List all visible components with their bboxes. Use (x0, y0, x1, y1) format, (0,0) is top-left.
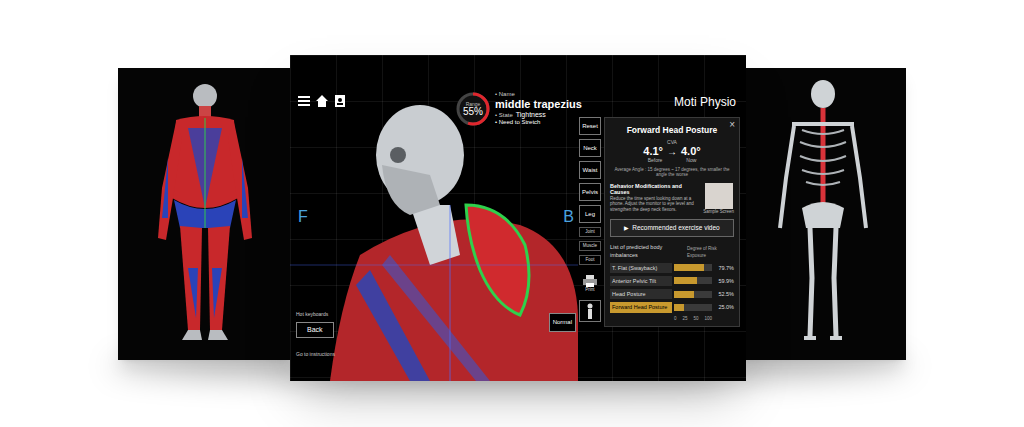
skeleton-figure (740, 68, 906, 360)
front-body-figure (118, 68, 292, 360)
footer: Hot keyboards Back Go to instructions (296, 311, 335, 359)
risk-track (674, 277, 712, 284)
risk-bar (674, 304, 684, 311)
before-label: Before (648, 157, 663, 165)
state-value: Tightness (516, 111, 546, 119)
risk-bar (674, 264, 704, 271)
home-icon[interactable] (316, 95, 328, 107)
muscle-info: • Namemiddle trapezius• StateTightness• … (495, 91, 582, 125)
now-label: Now (686, 157, 696, 165)
popup-title: Forward Head Posture (627, 124, 718, 137)
range-gauge: Range55% (455, 91, 491, 127)
front-body-panel (118, 68, 292, 360)
instructions-link[interactable]: Go to instructions (296, 351, 335, 359)
axis-tick: 25 (682, 316, 687, 323)
angle-values: CVA 4.1° → 4.0° Before Now (605, 139, 739, 165)
risk-reading: 59.9% (714, 277, 734, 285)
risk-track (674, 304, 712, 311)
gauge-fill (458, 94, 488, 124)
print-button[interactable]: Print (583, 275, 597, 294)
posture-button[interactable] (579, 300, 601, 322)
axis-tick: 0 (674, 316, 677, 323)
before-value: 4.1° (643, 146, 663, 157)
normal-button[interactable]: Normal (549, 313, 576, 332)
menu-icon[interactable] (298, 95, 310, 107)
front-label: F (298, 205, 308, 229)
sample-label: Sample Screen (703, 209, 734, 216)
now-value: 4.0° (681, 146, 701, 157)
app-window: Range55%• Namemiddle trapezius• StateTig… (290, 55, 746, 381)
region-button[interactable]: Reset (579, 117, 601, 135)
sample-photo (705, 183, 733, 209)
state-label: • State (495, 112, 513, 119)
angle-row: 4.1° → 4.0° (643, 146, 700, 157)
anatomy-view[interactable]: Range55%• Namemiddle trapezius• StateTig… (290, 55, 578, 381)
axis-tick: 100 (704, 316, 712, 323)
muscle-name: middle trapezius (495, 98, 582, 111)
advice: • Need to Stretch (495, 119, 582, 126)
region-button[interactable]: Joint (579, 227, 601, 237)
risk-track (674, 264, 712, 271)
right-column: Moti Physio Forward Head Posture × CVA 4.1° →… (602, 55, 746, 381)
imbalance-label: T. Flat (Swayback) (610, 263, 672, 273)
risk-bar (674, 277, 697, 284)
region-button[interactable]: Pelvis (579, 183, 601, 201)
imbalance-row[interactable]: T. Flat (Swayback) 79.7% (610, 263, 734, 273)
value-title: Degree of Risk Exposure (687, 246, 734, 260)
popup-header: Forward Head Posture × (605, 118, 739, 139)
profile-icon[interactable] (334, 95, 346, 107)
skeleton-panel (740, 68, 906, 360)
behavior-title: Behavior Modifications and Causes (610, 183, 699, 196)
arrow-icon: → (667, 147, 677, 157)
risk-axis: 0 25 50 100 (610, 316, 734, 323)
app-title: Moti Physio (604, 93, 740, 111)
risk-reading: 52.5% (714, 290, 734, 298)
region-button[interactable]: Foot (579, 255, 601, 265)
metric-label: CVA (667, 139, 677, 147)
back-button[interactable]: Back (296, 322, 334, 339)
region-button[interactable]: Leg (579, 205, 601, 223)
name-label: • Name (495, 91, 582, 98)
behavior-section: Behavior Modifications and CausesReduce … (605, 178, 739, 216)
imbalance-row[interactable]: Forward Head Posture 25.0% (610, 302, 734, 312)
close-button[interactable]: × (729, 120, 735, 130)
risk-bar (674, 291, 694, 298)
sample-image: Sample Screen (703, 183, 734, 216)
risk-track (674, 291, 712, 298)
region-button[interactable]: Waist (579, 161, 601, 179)
risk-reading: 25.0% (714, 303, 734, 311)
print-label: Print (585, 287, 594, 294)
gauge-value: 55% (463, 107, 483, 117)
region-button[interactable]: Neck (579, 139, 601, 157)
behavior-body: Reduce the time spent looking down at a … (610, 196, 699, 212)
top-nav (298, 95, 346, 107)
behavior-text: Behavior Modifications and CausesReduce … (610, 183, 699, 216)
exercise-video-button[interactable]: ▶Recommended exercise video (610, 219, 734, 237)
posture-popup: Forward Head Posture × CVA 4.1° → 4.0° Before N… (604, 117, 740, 327)
imbalance-label: Head Posture (610, 289, 672, 299)
imbalance-label: Forward Head Posture (610, 302, 672, 312)
imbalance-row[interactable]: Anterior Pelvic Tilt 59.9% (610, 276, 734, 286)
person-icon (585, 303, 595, 319)
state-row: • StateTightness (495, 111, 582, 119)
angle-caption: Average Angle : 15 degrees ~ 17 degrees,… (605, 165, 739, 178)
printer-icon[interactable] (583, 275, 597, 287)
list-title: List of predicted body imbalances (610, 243, 687, 260)
play-icon: ▶ (624, 224, 629, 233)
imbalance-label: Anterior Pelvic Tilt (610, 276, 672, 286)
angle-labels: Before Now (648, 157, 697, 165)
gauge-text: Range55% (455, 91, 491, 127)
video-button-label: Recommended exercise video (632, 223, 719, 233)
risk-reading: 79.7% (714, 264, 734, 272)
region-button[interactable]: Muscle (579, 241, 601, 251)
hotkeys-hint: Hot keyboards (296, 311, 328, 319)
axis-tick: 50 (693, 316, 698, 323)
back-label: B (563, 205, 574, 229)
imbalance-row[interactable]: Head Posture 52.5% (610, 289, 734, 299)
imbalance-list: List of predicted body imbalancesDegree … (605, 237, 739, 326)
imbalance-header: List of predicted body imbalancesDegree … (610, 243, 734, 260)
